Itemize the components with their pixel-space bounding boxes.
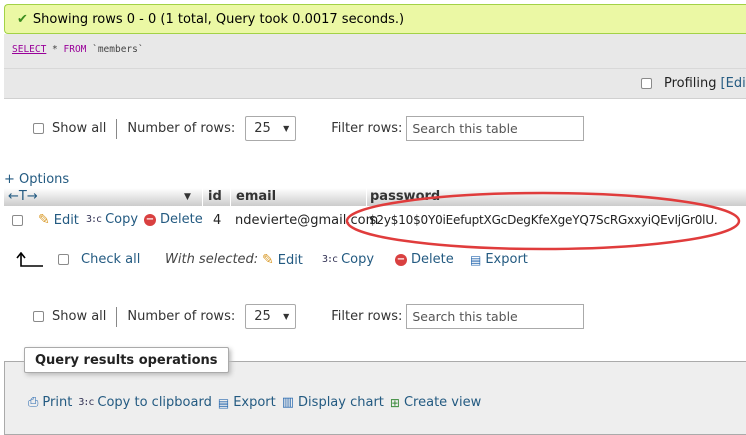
delete-icon: −	[144, 213, 156, 226]
copy-icon: 3:c	[78, 397, 94, 408]
sql-query[interactable]: SELECT * FROM `members`	[12, 44, 144, 55]
printer-icon: ⎙	[28, 395, 39, 410]
profiling-checkbox[interactable]	[641, 78, 652, 89]
number-of-rows-select[interactable]: 25 ▼	[245, 304, 297, 329]
copy-icon: 3:c	[322, 254, 338, 265]
create-view-link[interactable]: ⊞ Create view	[390, 395, 481, 410]
filter-rows-input[interactable]	[406, 304, 585, 329]
row-copy-link[interactable]: 3:c Copy	[86, 212, 138, 227]
row-checkbox[interactable]	[12, 215, 23, 226]
display-chart-link[interactable]: ▥ Display chart	[282, 395, 384, 410]
success-text: Showing rows 0 - 0 (1 total, Query took …	[32, 11, 405, 27]
column-header-email[interactable]: email	[236, 189, 276, 204]
sql-keyword-select[interactable]: SELECT	[12, 44, 46, 55]
bulk-export-button[interactable]: ▤ Export	[470, 252, 528, 267]
pencil-icon: ✎	[262, 252, 274, 268]
number-of-rows-value: 25	[254, 121, 271, 136]
row-edit-label: Edit	[53, 212, 79, 228]
success-message: ✔ Showing rows 0 - 0 (1 total, Query too…	[4, 4, 746, 34]
bulk-copy-button[interactable]: 3:c Copy	[322, 252, 374, 267]
sort-dropdown-icon[interactable]: ▼	[184, 192, 191, 202]
dropdown-arrow-icon: ▼	[283, 312, 290, 321]
bar-chart-icon: ▥	[281, 395, 295, 410]
display-chart-label: Display chart	[298, 395, 384, 410]
sql-table-name: `members`	[86, 44, 144, 55]
row-copy-label: Copy	[105, 212, 139, 227]
check-all-checkbox[interactable]	[58, 254, 69, 265]
copy-to-clipboard-link[interactable]: 3:c Copy to clipboard	[78, 395, 212, 410]
show-all-label: Show all	[52, 121, 107, 136]
nav-separator	[116, 118, 118, 139]
number-of-rows-value: 25	[254, 309, 271, 324]
row-delete-label: Delete	[160, 212, 203, 227]
bulk-copy-label: Copy	[341, 252, 375, 267]
query-results-operations-links: ⎙ Print 3:c Copy to clipboard ▤ Export ▥…	[28, 395, 487, 410]
number-of-rows-label: Number of rows:	[127, 309, 236, 324]
column-separator	[202, 188, 203, 206]
annotation-ellipse	[345, 191, 741, 251]
print-link[interactable]: ⎙ Print	[28, 395, 72, 410]
bulk-edit-label: Edit	[277, 252, 303, 268]
show-all-label: Show all	[52, 309, 107, 324]
export-icon: ▤	[217, 395, 230, 410]
row-edit-link[interactable]: ✎ Edit	[38, 212, 79, 228]
dropdown-arrow-icon: ▼	[283, 124, 290, 133]
sql-keyword-from: FROM	[63, 44, 87, 55]
pencil-icon: ✎	[38, 212, 50, 228]
options-link[interactable]: + Options	[4, 172, 69, 187]
bulk-delete-button[interactable]: − Delete	[395, 252, 454, 267]
show-all-checkbox[interactable]	[33, 123, 44, 134]
arrow-left-up-icon	[16, 252, 43, 267]
create-view-label: Create view	[403, 395, 482, 410]
check-all-link[interactable]: Check all	[81, 252, 140, 267]
navigation-top: Show all Number of rows: 25 ▼ Filter row…	[33, 116, 585, 141]
export-icon: ▤	[470, 252, 482, 267]
row-delete-link[interactable]: − Delete	[144, 212, 203, 227]
show-all-checkbox[interactable]	[33, 311, 44, 322]
number-of-rows-label: Number of rows:	[127, 121, 236, 136]
copy-icon: 3:c	[86, 214, 102, 225]
export-label: Export	[233, 395, 276, 410]
bulk-export-label: Export	[485, 252, 528, 267]
cell-id[interactable]: 4	[213, 213, 221, 228]
column-separator	[230, 188, 231, 206]
bulk-edit-button[interactable]: ✎ Edit	[262, 252, 303, 268]
delete-icon: −	[395, 253, 407, 266]
navigation-bottom: Show all Number of rows: 25 ▼ Filter row…	[33, 304, 585, 329]
bulk-delete-label: Delete	[411, 252, 454, 267]
filter-rows-label: Filter rows:	[331, 121, 403, 136]
nav-separator	[116, 306, 118, 327]
column-arrows[interactable]: ←T→	[8, 189, 38, 204]
checkmark-icon: ✔	[17, 11, 28, 27]
copy-to-clipboard-label: Copy to clipboard	[97, 395, 212, 410]
profiling-label: Profiling	[664, 76, 717, 91]
export-link[interactable]: ▤ Export	[218, 395, 276, 410]
number-of-rows-select[interactable]: 25 ▼	[245, 116, 297, 141]
sql-star: *	[46, 44, 64, 55]
with-selected-label: With selected:	[165, 252, 259, 267]
create-view-icon: ⊞	[389, 395, 400, 410]
column-header-id[interactable]: id	[208, 189, 222, 204]
edit-query-link[interactable]: [Edit	[721, 76, 746, 91]
with-selected-bar: Check all With selected: ✎ Edit 3:c Copy…	[14, 250, 744, 272]
query-results-operations-title: Query results operations	[24, 347, 229, 373]
profiling-toggle[interactable]: Profiling [Edit	[641, 76, 746, 91]
sql-divider	[4, 68, 746, 69]
print-label: Print	[42, 395, 73, 410]
filter-rows-label: Filter rows:	[331, 309, 403, 324]
filter-rows-input[interactable]	[406, 116, 585, 141]
